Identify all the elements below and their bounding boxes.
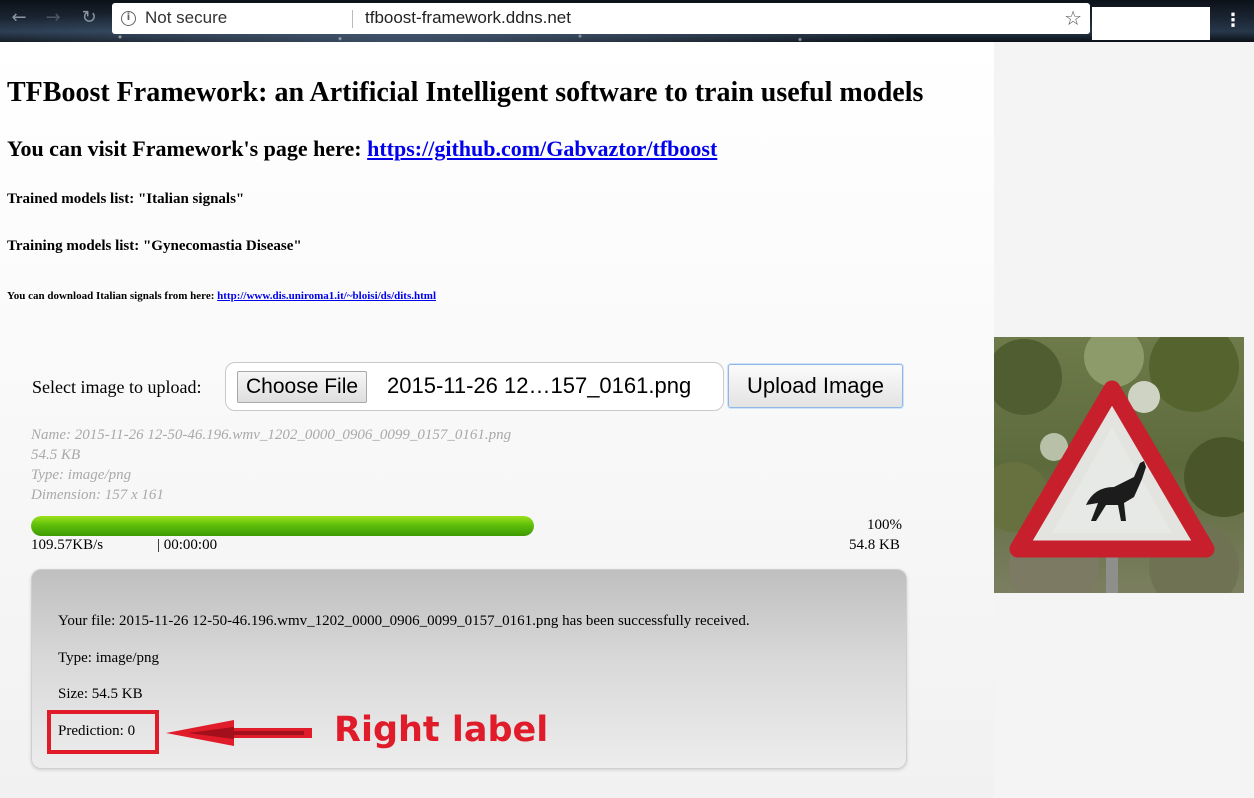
page-title: TFBoost Framework: an Artificial Intelli…	[7, 77, 924, 108]
browser-toolbar: ← → ↻ i Not secure tfboost-framework.ddn…	[0, 0, 1254, 42]
extension-area	[1092, 7, 1210, 40]
prediction-highlight-box	[47, 710, 159, 754]
file-info-size: 54.5 KB	[31, 447, 81, 463]
uploaded-image-preview	[994, 337, 1244, 593]
dataset-link[interactable]: http://www.dis.uniroma1.it/~bloisi/ds/di…	[217, 290, 436, 302]
github-link[interactable]: https://github.com/Gabvaztor/tfboost	[367, 136, 717, 161]
progress-percent: 100%	[867, 517, 902, 533]
file-input[interactable]: Choose File 2015-11-26 12…157_0161.png	[225, 362, 724, 411]
back-icon[interactable]: ←	[8, 7, 30, 29]
uploaded-size: 54.8 KB	[849, 537, 900, 553]
visit-line: You can visit Framework's page here: htt…	[7, 136, 717, 162]
result-size-line: Size: 54.5 KB	[58, 686, 143, 702]
download-prefix: You can download Italian signals from he…	[7, 290, 218, 302]
annotation-arrow-icon	[166, 720, 312, 746]
file-info-name: Name: 2015-11-26 12-50-46.196.wmv_1202_0…	[31, 427, 512, 443]
browser-menu-icon[interactable]: ⋮	[1224, 8, 1242, 34]
address-bar[interactable]: i Not secure tfboost-framework.ddns.net …	[112, 3, 1090, 34]
upload-time: | 00:00:00	[157, 537, 218, 553]
address-divider	[352, 10, 353, 28]
training-models-text: Training models list: "Gynecomastia Dise…	[7, 238, 302, 254]
info-icon[interactable]: i	[121, 11, 136, 26]
forward-icon[interactable]: →	[42, 7, 64, 29]
upload-speed: 109.57KB/s	[31, 537, 104, 553]
result-file-line: Your file: 2015-11-26 12-50-46.196.wmv_1…	[58, 613, 750, 629]
progress-fill	[31, 516, 534, 536]
bookmark-star-icon[interactable]: ☆	[1064, 6, 1082, 30]
upload-label: Select image to upload:	[32, 377, 202, 397]
file-info: Name: 2015-11-26 12-50-46.196.wmv_1202_0…	[31, 425, 511, 505]
download-line: You can download Italian signals from he…	[7, 290, 436, 302]
annotation-label: Right label	[334, 710, 549, 750]
trained-models-text: Trained models list: "Italian signals"	[7, 191, 245, 207]
file-info-type: Type: image/png	[31, 467, 132, 483]
selected-file-name: 2015-11-26 12…157_0161.png	[387, 373, 692, 398]
security-label[interactable]: Not secure	[145, 8, 227, 28]
file-info-dimension: Dimension: 157 x 161	[31, 487, 164, 503]
url-text[interactable]: tfboost-framework.ddns.net	[365, 8, 571, 28]
reload-icon[interactable]: ↻	[78, 7, 100, 29]
upload-image-button[interactable]: Upload Image	[728, 364, 903, 408]
upload-progress-bar	[31, 516, 534, 536]
result-type-line: Type: image/png	[58, 650, 160, 666]
visit-prefix: You can visit Framework's page here:	[7, 136, 368, 161]
choose-file-button[interactable]: Choose File	[237, 371, 368, 403]
